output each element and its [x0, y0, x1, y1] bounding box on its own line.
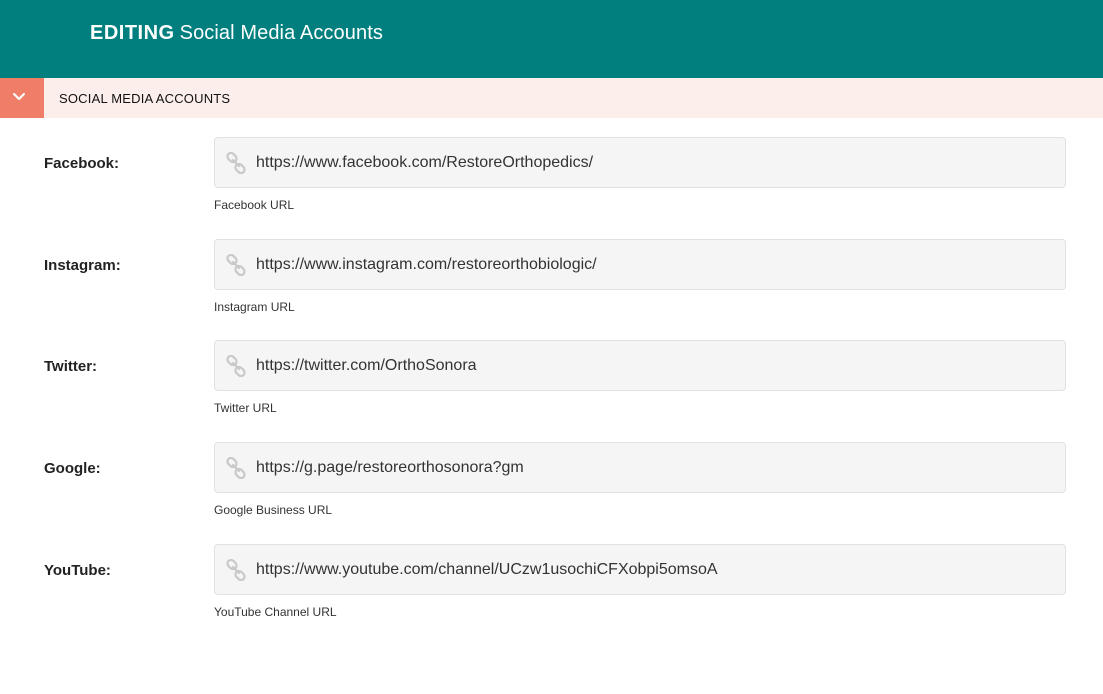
- youtube-label: YouTube:: [44, 562, 111, 579]
- google-url-field[interactable]: [214, 442, 1066, 493]
- instagram-help-text: Instagram URL: [214, 300, 295, 314]
- section-title: SOCIAL MEDIA ACCOUNTS: [59, 91, 231, 106]
- facebook-label: Facebook:: [44, 155, 120, 172]
- twitter-label: Twitter:: [44, 358, 98, 375]
- link-icon: [226, 559, 246, 581]
- link-icon: [226, 152, 246, 174]
- youtube-url-field[interactable]: [214, 544, 1066, 595]
- instagram-field-row: Instagram: Instagram URL: [0, 239, 1103, 339]
- page-header: EDITING Social Media Accounts: [0, 0, 1103, 78]
- google-label: Google:: [44, 460, 101, 477]
- twitter-field-row: Twitter: Twitter URL: [0, 340, 1103, 440]
- page-title-mode: EDITING: [90, 22, 175, 44]
- facebook-url-field[interactable]: [214, 137, 1066, 188]
- link-icon: [226, 457, 246, 479]
- facebook-url-input[interactable]: [256, 138, 1056, 187]
- chevron-down-icon: [12, 92, 26, 101]
- page-title: EDITING Social Media Accounts: [90, 22, 383, 45]
- instagram-url-field[interactable]: [214, 239, 1066, 290]
- section-header[interactable]: SOCIAL MEDIA ACCOUNTS: [0, 78, 1103, 118]
- twitter-url-input[interactable]: [256, 341, 1056, 390]
- youtube-help-text: YouTube Channel URL: [214, 605, 337, 619]
- google-field-row: Google: Google Business URL: [0, 442, 1103, 542]
- facebook-field-row: Facebook: Facebook URL: [0, 137, 1103, 237]
- link-icon: [226, 254, 246, 276]
- youtube-field-row: YouTube: YouTube Channel URL: [0, 544, 1103, 644]
- facebook-help-text: Facebook URL: [214, 198, 295, 212]
- link-icon: [226, 355, 246, 377]
- instagram-label: Instagram:: [44, 257, 121, 274]
- section-toggle-button[interactable]: [0, 78, 44, 118]
- instagram-url-input[interactable]: [256, 240, 1056, 289]
- page-title-name: Social Media Accounts: [179, 22, 383, 44]
- google-help-text: Google Business URL: [214, 503, 333, 517]
- youtube-url-input[interactable]: [256, 545, 1056, 594]
- google-url-input[interactable]: [256, 443, 1056, 492]
- twitter-help-text: Twitter URL: [214, 401, 277, 415]
- twitter-url-field[interactable]: [214, 340, 1066, 391]
